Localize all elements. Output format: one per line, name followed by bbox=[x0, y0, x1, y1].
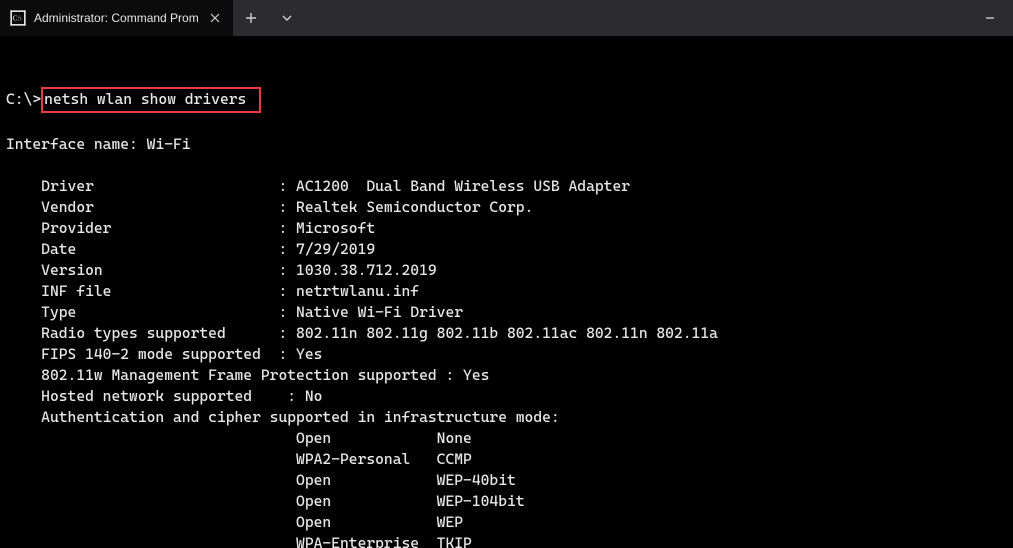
auth-cipher-row: WPA-Enterprise TKIP bbox=[6, 533, 1007, 548]
property-row: Radio types supported : 802.11n 802.11g … bbox=[6, 323, 1007, 344]
cmd-icon: C:\ bbox=[10, 10, 26, 26]
new-tab-button[interactable] bbox=[233, 0, 269, 36]
terminal-output[interactable]: C:\>netsh wlan show drivers Interface na… bbox=[0, 36, 1013, 548]
svg-text:C:\: C:\ bbox=[13, 15, 22, 23]
prompt-prefix: C:\> bbox=[6, 90, 41, 108]
property-row: 802.11w Management Frame Protection supp… bbox=[6, 365, 1007, 386]
property-row: FIPS 140-2 mode supported : Yes bbox=[6, 344, 1007, 365]
driver-properties-block: Driver : AC1200 Dual Band Wireless USB A… bbox=[6, 176, 1007, 428]
property-row: Driver : AC1200 Dual Band Wireless USB A… bbox=[6, 176, 1007, 197]
tab-close-button[interactable] bbox=[205, 8, 225, 28]
auth-cipher-row: Open WEP bbox=[6, 512, 1007, 533]
terminal-window: C:\ Administrator: Command Prom C:\>nets… bbox=[0, 0, 1013, 548]
typed-command: netsh wlan show drivers bbox=[44, 90, 246, 108]
interface-line: Interface name: Wi-Fi bbox=[6, 135, 191, 153]
tab-actions bbox=[233, 0, 305, 36]
property-row: Vendor : Realtek Semiconductor Corp. bbox=[6, 197, 1007, 218]
tab-title: Administrator: Command Prom bbox=[34, 11, 199, 25]
auth-cipher-row: Open WEP-40bit bbox=[6, 470, 1007, 491]
auth-cipher-row: Open WEP-104bit bbox=[6, 491, 1007, 512]
property-row: Version : 1030.38.712.2019 bbox=[6, 260, 1007, 281]
prompt-line: C:\>netsh wlan show drivers bbox=[6, 87, 261, 113]
auth-cipher-block: Open None WPA2-Personal CCMP Open WEP-40… bbox=[6, 428, 1007, 548]
command-highlight: netsh wlan show drivers bbox=[41, 87, 261, 113]
window-controls bbox=[967, 0, 1013, 36]
minimize-button[interactable] bbox=[967, 0, 1013, 36]
property-row: Type : Native Wi-Fi Driver bbox=[6, 302, 1007, 323]
auth-cipher-row: Open None bbox=[6, 428, 1007, 449]
tab-dropdown-button[interactable] bbox=[269, 0, 305, 36]
property-row: Date : 7/29/2019 bbox=[6, 239, 1007, 260]
auth-cipher-row: WPA2-Personal CCMP bbox=[6, 449, 1007, 470]
property-row: Provider : Microsoft bbox=[6, 218, 1007, 239]
property-row: INF file : netrtwlanu.inf bbox=[6, 281, 1007, 302]
property-row: Hosted network supported : No bbox=[6, 386, 1007, 407]
titlebar-drag-region[interactable] bbox=[305, 0, 967, 36]
terminal-tab[interactable]: C:\ Administrator: Command Prom bbox=[0, 0, 233, 36]
titlebar: C:\ Administrator: Command Prom bbox=[0, 0, 1013, 36]
property-row: Authentication and cipher supported in i… bbox=[6, 407, 1007, 428]
